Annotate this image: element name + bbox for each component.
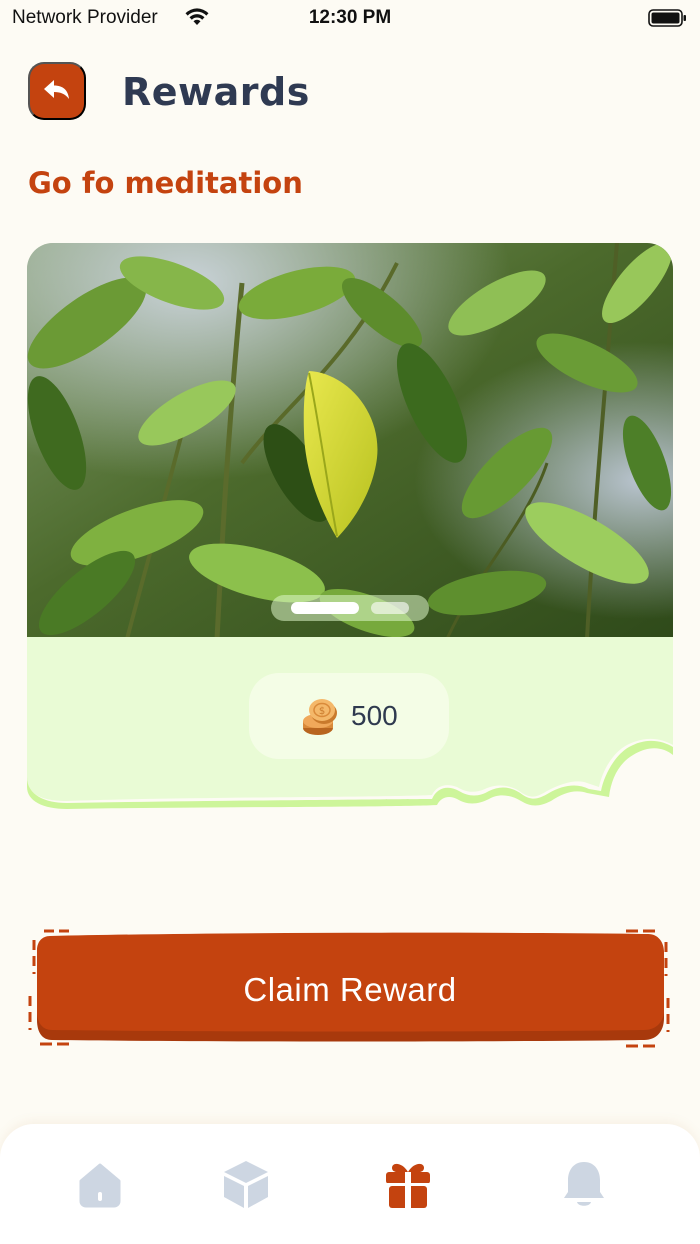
- claim-reward-button[interactable]: Claim Reward: [37, 936, 663, 1040]
- page-title: Rewards: [122, 70, 310, 114]
- back-arrow-icon: [42, 77, 72, 106]
- claim-reward-label: Claim Reward: [243, 971, 457, 1008]
- bell-icon: [559, 1158, 609, 1214]
- cube-icon: [220, 1158, 272, 1214]
- coin-stack-icon: $: [301, 695, 341, 741]
- carousel-dot[interactable]: [371, 602, 409, 614]
- reward-image: [27, 243, 673, 639]
- svg-text:$: $: [319, 706, 325, 717]
- gift-icon: [382, 1158, 434, 1214]
- status-bar: Network Provider 12:30 PM: [0, 0, 700, 36]
- nav-rewards[interactable]: [376, 1154, 440, 1218]
- home-icon: [75, 1159, 125, 1213]
- bottom-nav: [0, 1124, 700, 1244]
- back-button[interactable]: [28, 62, 86, 120]
- coin-amount: 500: [351, 700, 398, 731]
- nav-box[interactable]: [214, 1154, 278, 1218]
- claim-button-frame: Claim Reward: [26, 926, 672, 1050]
- nav-home[interactable]: [68, 1154, 132, 1218]
- carousel-dot-active[interactable]: [291, 602, 359, 614]
- reward-card: $ 500: [27, 243, 673, 809]
- task-title: Go fo meditation: [28, 166, 303, 200]
- battery-icon: [648, 8, 688, 34]
- coin-reward-badge: $ 500: [249, 673, 449, 759]
- carousel-indicator[interactable]: [271, 595, 429, 621]
- clock: 12:30 PM: [308, 7, 392, 28]
- nav-notifications[interactable]: [552, 1154, 616, 1218]
